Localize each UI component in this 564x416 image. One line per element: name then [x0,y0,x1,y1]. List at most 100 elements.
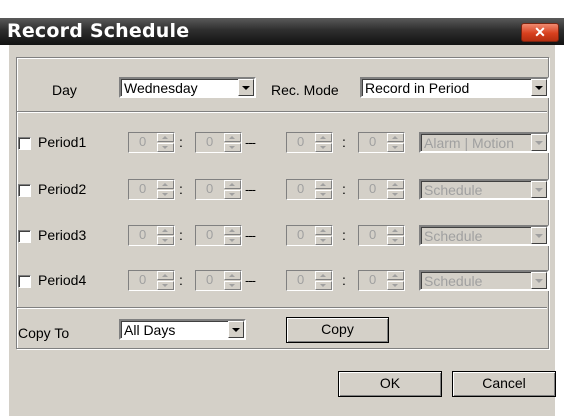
spin-down-icon[interactable] [224,190,241,199]
spin-down-icon[interactable] [387,281,404,290]
spin-down-icon[interactable] [157,236,174,245]
day-select-value: Wednesday [124,80,198,96]
spin-up-icon[interactable] [224,226,241,235]
spin-down-icon[interactable] [224,281,241,290]
spin-down-icon[interactable] [157,143,174,152]
period-mode-select[interactable]: Schedule [419,179,549,200]
start-hour-spinner[interactable]: 0 [128,132,175,153]
period-checkbox[interactable] [18,137,31,150]
spin-up-icon[interactable] [315,180,332,189]
end-minute-spinner-buttons [387,180,404,199]
chevron-down-icon[interactable] [531,181,547,198]
end-minute-spinner[interactable]: 0 [358,132,405,153]
end-minute-spinner-value: 0 [369,272,377,287]
spin-up-icon[interactable] [157,133,174,142]
period-label: Period1 [38,134,87,150]
time-separator: : [179,134,183,150]
separator [17,111,547,113]
end-minute-spinner[interactable]: 0 [358,179,405,200]
start-minute-spinner[interactable]: 0 [195,132,242,153]
chevron-down-icon[interactable] [531,272,547,289]
period-checkbox[interactable] [18,230,31,243]
start-hour-spinner-value: 0 [139,181,147,196]
chevron-down-icon[interactable] [531,227,547,244]
copy-to-select[interactable]: All Days [119,319,246,340]
chevron-down-icon[interactable] [531,134,547,151]
ok-button[interactable]: OK [338,371,442,397]
end-hour-spinner-value: 0 [297,272,305,287]
end-hour-spinner-value: 0 [297,181,305,196]
spin-down-icon[interactable] [315,281,332,290]
rec-mode-select[interactable]: Record in Period [360,77,549,98]
schedule-group-box [16,57,549,349]
chevron-down-icon[interactable] [531,79,547,96]
end-hour-spinner[interactable]: 0 [286,225,333,246]
title-bar[interactable]: Record Schedule ✕ [0,18,564,45]
close-icon: ✕ [534,24,546,40]
end-minute-spinner[interactable]: 0 [358,270,405,291]
copy-button[interactable]: Copy [286,317,389,343]
spin-up-icon[interactable] [315,271,332,280]
chevron-down-icon[interactable] [228,321,244,338]
start-minute-spinner-value: 0 [206,181,214,196]
end-hour-spinner-value: 0 [297,134,305,149]
spin-down-icon[interactable] [224,236,241,245]
end-hour-spinner[interactable]: 0 [286,179,333,200]
start-hour-spinner-value: 0 [139,227,147,242]
rec-mode-label: Rec. Mode [271,82,339,98]
period-checkbox[interactable] [18,275,31,288]
time-separator: : [179,272,183,288]
start-hour-spinner[interactable]: 0 [128,270,175,291]
spin-down-icon[interactable] [387,143,404,152]
spin-up-icon[interactable] [315,133,332,142]
spin-up-icon[interactable] [157,226,174,235]
end-minute-spinner-value: 0 [369,134,377,149]
spin-down-icon[interactable] [315,190,332,199]
end-minute-spinner-value: 0 [369,181,377,196]
start-minute-spinner-buttons [224,180,241,199]
spin-up-icon[interactable] [315,226,332,235]
spin-down-icon[interactable] [315,236,332,245]
range-separator: --- [245,135,256,150]
spin-up-icon[interactable] [387,226,404,235]
spin-up-icon[interactable] [157,271,174,280]
day-select[interactable]: Wednesday [119,77,256,98]
end-hour-spinner[interactable]: 0 [286,270,333,291]
spin-down-icon[interactable] [157,281,174,290]
spin-up-icon[interactable] [224,180,241,189]
start-minute-spinner-buttons [224,133,241,152]
range-separator: --- [245,228,256,243]
spin-down-icon[interactable] [224,143,241,152]
period-checkbox[interactable] [18,184,31,197]
period-mode-select[interactable]: Schedule [419,270,549,291]
spin-down-icon[interactable] [157,190,174,199]
spin-up-icon[interactable] [157,180,174,189]
start-minute-spinner[interactable]: 0 [195,179,242,200]
spin-down-icon[interactable] [315,143,332,152]
spin-up-icon[interactable] [387,271,404,280]
start-minute-spinner[interactable]: 0 [195,225,242,246]
spin-down-icon[interactable] [387,236,404,245]
period-label: Period2 [38,181,87,197]
close-button[interactable]: ✕ [521,23,559,42]
chevron-down-icon[interactable] [238,79,254,96]
spin-up-icon[interactable] [224,133,241,142]
end-hour-spinner[interactable]: 0 [286,132,333,153]
start-hour-spinner-buttons [157,180,174,199]
spin-up-icon[interactable] [224,271,241,280]
period-mode-select[interactable]: Schedule [419,225,549,246]
spin-up-icon[interactable] [387,133,404,142]
period-mode-select[interactable]: Alarm | Motion [419,132,549,153]
end-minute-spinner[interactable]: 0 [358,225,405,246]
start-minute-spinner[interactable]: 0 [195,270,242,291]
time-separator: : [342,227,346,243]
end-minute-spinner-buttons [387,271,404,290]
copy-to-label: Copy To [18,325,70,341]
start-minute-spinner-buttons [224,271,241,290]
cancel-button[interactable]: Cancel [452,371,556,397]
start-hour-spinner[interactable]: 0 [128,225,175,246]
start-hour-spinner[interactable]: 0 [128,179,175,200]
spin-down-icon[interactable] [387,190,404,199]
spin-up-icon[interactable] [387,180,404,189]
end-hour-spinner-buttons [315,271,332,290]
